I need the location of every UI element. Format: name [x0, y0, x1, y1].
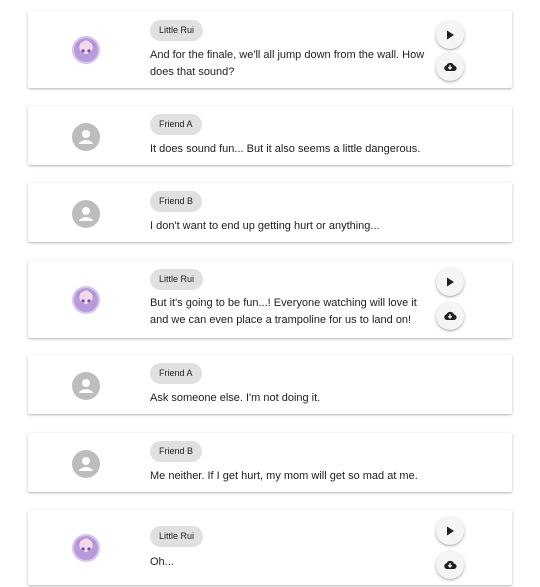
- play-icon: [447, 277, 454, 287]
- message-text: And for the finale, we'll all jump down …: [150, 49, 425, 78]
- message-text: I don't want to end up getting hurt or a…: [150, 220, 380, 232]
- message-card: Friend B Me neither. If I get hurt, my m…: [28, 433, 512, 492]
- person-icon: [72, 450, 100, 478]
- message-card: Friend A Ask someone else. I'm not doing…: [28, 355, 512, 414]
- speaker-chip: Friend A: [150, 363, 202, 384]
- person-icon: [72, 372, 100, 400]
- speaker-chip: Friend A: [150, 114, 202, 135]
- speaker-chip: Little Rui: [150, 526, 204, 547]
- character-portrait-icon: [72, 286, 100, 314]
- play-button[interactable]: [436, 268, 464, 296]
- message-card: Friend A It does sound fun... But it als…: [28, 106, 512, 165]
- person-icon: [72, 123, 100, 151]
- message-text: Ask someone else. I'm not doing it.: [150, 392, 321, 404]
- message-card: Little Rui And for the finale, we'll all…: [28, 11, 512, 88]
- download-button[interactable]: [436, 551, 464, 579]
- cloud-download-icon: [444, 560, 457, 570]
- character-portrait-icon: [72, 36, 100, 64]
- play-icon: [447, 526, 454, 536]
- cloud-download-icon: [444, 62, 457, 72]
- message-text: But it's going to be fun...! Everyone wa…: [150, 297, 417, 326]
- speaker-chip: Friend B: [150, 441, 203, 462]
- cloud-download-icon: [444, 311, 457, 321]
- message-text: Me neither. If I get hurt, my mom will g…: [150, 470, 418, 482]
- message-text: Oh...: [150, 556, 174, 568]
- message-card: Little Rui Oh...: [28, 510, 512, 585]
- speaker-chip: Little Rui: [150, 269, 204, 290]
- message-text: It does sound fun... But it also seems a…: [150, 143, 421, 155]
- download-button[interactable]: [436, 302, 464, 330]
- character-portrait-icon: [72, 534, 100, 562]
- speaker-chip: Little Rui: [150, 20, 204, 41]
- person-icon: [72, 200, 100, 228]
- play-button[interactable]: [436, 517, 464, 545]
- play-icon: [447, 30, 454, 40]
- download-button[interactable]: [436, 53, 464, 81]
- play-button[interactable]: [436, 21, 464, 49]
- message-card: Little Rui But it's going to be fun...! …: [28, 261, 512, 338]
- message-card: Friend B I don't want to end up getting …: [28, 183, 512, 242]
- speaker-chip: Friend B: [150, 191, 203, 212]
